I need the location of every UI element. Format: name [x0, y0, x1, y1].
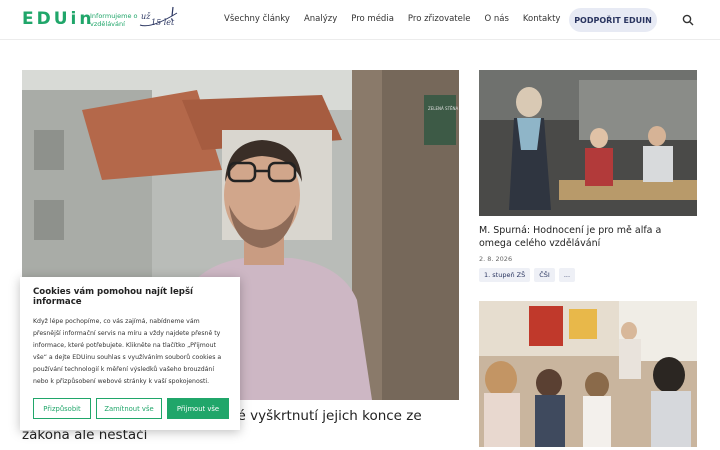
- accept-all-button[interactable]: Přijmout vše: [167, 398, 229, 419]
- anniversary-badge: už 15 let: [139, 6, 178, 27]
- tag-csi[interactable]: ČŠI: [534, 268, 555, 282]
- reject-all-button[interactable]: Zamítnout vše: [96, 398, 162, 419]
- main-nav: Všechny články Analýzy Pro média Pro zři…: [224, 14, 574, 24]
- cookie-title: Cookies vám pomohou najít lepší informac…: [33, 287, 193, 307]
- cookie-buttons: Přizpůsobit Zamítnout vše Přijmout vše: [33, 398, 234, 419]
- cookie-dialog: Cookies vám pomohou najít lepší informac…: [20, 277, 240, 430]
- nav-contacts[interactable]: Kontakty: [523, 14, 561, 24]
- nav-media[interactable]: Pro média: [351, 14, 394, 24]
- nav-founders[interactable]: Pro zřizovatele: [408, 14, 471, 24]
- customize-button[interactable]: Přizpůsobit: [33, 398, 91, 419]
- tag-more[interactable]: ...: [558, 268, 576, 282]
- logo-tagline: Informujeme o vzdělávání: [90, 12, 138, 28]
- logo[interactable]: EDUin Informujeme o vzdělávání už 15 let: [22, 6, 178, 29]
- wall-sign-text: ZELENÁ STĚNA: [428, 106, 459, 111]
- article-image-2[interactable]: [479, 301, 697, 447]
- nav-about[interactable]: O nás: [484, 14, 508, 24]
- article-tags-1: 1. stupeň ZŠ ČŠI ...: [479, 268, 579, 282]
- support-button[interactable]: PODPOŘIT EDUIN: [569, 8, 657, 32]
- svg-text:už: už: [141, 12, 151, 21]
- nav-all-articles[interactable]: Všechny články: [224, 14, 290, 24]
- cookie-text: Když lépe pochopíme, co vás zajímá, nabí…: [33, 318, 222, 385]
- site-header: EDUin Informujeme o vzdělávání už 15 let…: [0, 0, 720, 40]
- search-icon[interactable]: [682, 14, 694, 26]
- article-title-1[interactable]: M. Spurná: Hodnocení je pro mě alfa a om…: [479, 225, 697, 250]
- article-date-1: 2. 8. 2026: [479, 255, 513, 263]
- logo-text: EDUin: [22, 9, 95, 29]
- tag-first-grade[interactable]: 1. stupeň ZŠ: [479, 268, 531, 282]
- nav-analyses[interactable]: Analýzy: [304, 14, 337, 24]
- article-image-1[interactable]: [479, 70, 697, 216]
